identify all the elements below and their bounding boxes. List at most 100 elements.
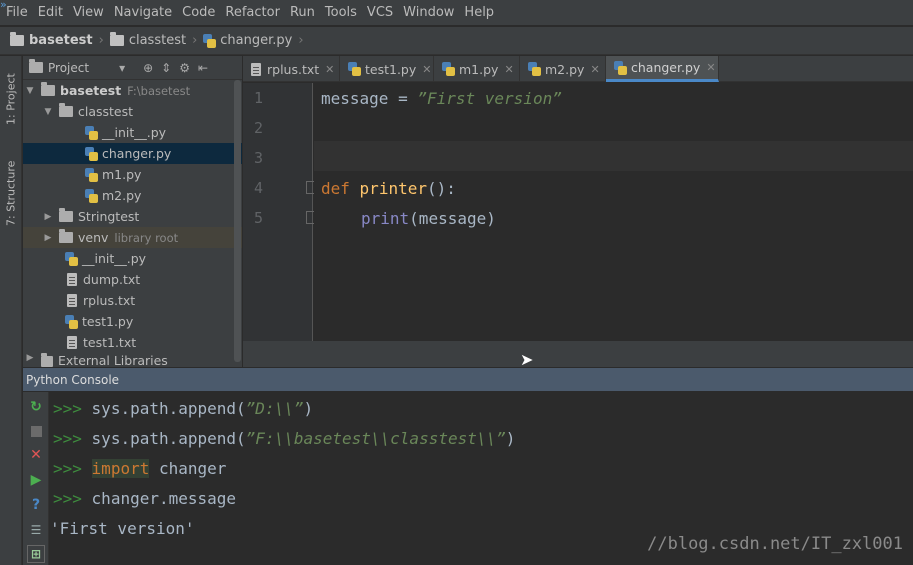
- menu-bar: File Edit View Navigate Code Refactor Ru…: [0, 0, 913, 26]
- console-toolbar: ↻ ✕ ▶ ? ☰ ⊞: [23, 392, 49, 565]
- double-chevron-icon[interactable]: »: [0, 0, 18, 10]
- tab-changer-py[interactable]: changer.py ✕: [606, 56, 719, 82]
- tree-item-m2-py[interactable]: m2.py: [23, 185, 242, 206]
- code-line-5: print(message): [361, 209, 496, 228]
- python-file-icon: [442, 62, 455, 76]
- breadcrumb-folder[interactable]: classtest ›: [109, 32, 197, 48]
- folder-icon: [59, 229, 73, 243]
- tab-rplus-txt[interactable]: rplus.txt ✕: [243, 56, 340, 82]
- close-icon[interactable]: ✕: [504, 63, 513, 76]
- current-line-highlight: [314, 141, 913, 171]
- python-file-icon: [85, 146, 98, 161]
- stop-icon[interactable]: [27, 422, 45, 440]
- line-number: 1: [253, 89, 263, 107]
- line-number: 4: [253, 179, 263, 197]
- scroll-from-source-icon[interactable]: ⊕: [143, 61, 153, 75]
- tree-item-test1-py[interactable]: test1.py: [23, 311, 242, 332]
- console-line: >>> changer.message: [53, 489, 237, 508]
- tab-m2-py[interactable]: m2.py ✕: [520, 56, 606, 82]
- folder-icon: [59, 103, 73, 117]
- structure-tool-tab[interactable]: 7: Structure: [2, 150, 20, 236]
- menu-help[interactable]: Help: [464, 5, 494, 20]
- breadcrumb-file[interactable]: changer.py ›: [203, 33, 304, 48]
- menu-run[interactable]: Run: [290, 5, 315, 20]
- breadcrumb: basetest › classtest › changer.py ›: [0, 27, 913, 55]
- tree-item-init-py[interactable]: __init__.py: [23, 122, 242, 143]
- tree-item-m1-py[interactable]: m1.py: [23, 164, 242, 185]
- mouse-pointer-icon: ➤: [520, 350, 534, 369]
- python-file-icon: [203, 33, 217, 48]
- close-icon[interactable]: ✕: [590, 63, 599, 76]
- chevron-down-icon[interactable]: ▾: [119, 61, 125, 75]
- project-scrollbar[interactable]: [234, 80, 241, 362]
- tab-test1-py[interactable]: test1.py ✕: [340, 56, 434, 82]
- tree-item-venv[interactable]: ▶ venv library root: [23, 227, 242, 248]
- menu-navigate[interactable]: Navigate: [114, 5, 172, 20]
- expand-arrow-icon[interactable]: ▼: [43, 107, 53, 117]
- editor-tab-bar: rplus.txt ✕ test1.py ✕ m1.py ✕ m2.py ✕ chang…: [243, 56, 913, 82]
- tree-item-classtest[interactable]: ▼ classtest: [23, 101, 242, 122]
- close-icon[interactable]: ✕: [706, 61, 715, 74]
- project-view-selector[interactable]: Project: [48, 61, 89, 75]
- run-icon[interactable]: ▶: [27, 471, 45, 489]
- folder-icon: [109, 32, 124, 46]
- tree-item-changer-py[interactable]: changer.py: [23, 143, 242, 164]
- menu-window[interactable]: Window: [403, 5, 454, 20]
- close-icon[interactable]: ✕: [27, 446, 45, 464]
- hide-panel-icon[interactable]: ⇤: [198, 61, 208, 75]
- close-icon[interactable]: ✕: [325, 63, 334, 76]
- tree-item-rplus-txt[interactable]: rplus.txt: [23, 290, 242, 311]
- expand-arrow-icon[interactable]: ▶: [25, 353, 35, 363]
- menu-edit[interactable]: Edit: [38, 5, 63, 20]
- expand-arrow-icon[interactable]: ▼: [25, 86, 35, 96]
- tab-m1-py[interactable]: m1.py ✕: [434, 56, 520, 82]
- python-file-icon: [614, 60, 627, 75]
- menu-tools[interactable]: Tools: [325, 5, 357, 20]
- menu-code[interactable]: Code: [182, 5, 215, 20]
- tree-item-basetest[interactable]: ▼ basetest F:\basetest: [23, 80, 242, 101]
- project-panel-header: Project ▾ ⊕ ⇕ ⚙ ⇤: [23, 56, 242, 80]
- collapse-all-icon[interactable]: ⇕: [161, 61, 171, 75]
- variables-icon[interactable]: ⊞: [27, 545, 45, 563]
- line-number: 2: [253, 119, 263, 137]
- folder-icon: [29, 59, 43, 73]
- menu-view[interactable]: View: [73, 5, 104, 20]
- python-file-icon: [65, 314, 78, 329]
- project-tool-tab[interactable]: 1: Project: [2, 64, 20, 134]
- python-file-icon: [85, 188, 98, 203]
- panel-splitter[interactable]: [243, 341, 913, 367]
- console-header: Python Console: [23, 368, 913, 391]
- menu-vcs[interactable]: VCS: [367, 5, 393, 20]
- tree-item-root-init-py[interactable]: __init__.py: [23, 248, 242, 269]
- console-line: >>> sys.path.append(”F:\\basetest\\class…: [53, 429, 516, 448]
- tree-item-external-libraries[interactable]: ▶ External Libraries: [23, 353, 242, 367]
- expand-arrow-icon[interactable]: ▶: [43, 212, 53, 222]
- rerun-icon[interactable]: ↻: [27, 398, 45, 416]
- tree-item-dump-txt[interactable]: dump.txt: [23, 269, 242, 290]
- tree-item-test1-txt[interactable]: test1.txt: [23, 332, 242, 353]
- console-result: 'First version': [50, 519, 195, 538]
- settings-icon[interactable]: ☰: [27, 521, 45, 539]
- editor-gutter: 1 2 3 4 5: [243, 83, 313, 341]
- line-number: 5: [253, 209, 263, 227]
- tree-item-stringtest[interactable]: ▶ Stringtest: [23, 206, 242, 227]
- tool-window-strip: 1: Project 7: Structure: [0, 56, 22, 565]
- console-line: >>> import changer: [53, 459, 227, 478]
- breadcrumb-project[interactable]: basetest ›: [10, 32, 104, 48]
- python-file-icon: [85, 125, 98, 140]
- console-title: Python Console: [26, 372, 120, 387]
- help-icon[interactable]: ?: [27, 496, 45, 514]
- watermark: //blog.csdn.net/IT_zxl001: [647, 534, 903, 554]
- expand-arrow-icon[interactable]: ▶: [43, 233, 53, 243]
- python-file-icon: [528, 62, 541, 76]
- close-icon[interactable]: ✕: [422, 63, 431, 76]
- python-file-icon: [348, 62, 361, 76]
- folder-icon: [10, 32, 24, 46]
- library-icon: [41, 353, 53, 367]
- folder-icon: [59, 208, 73, 222]
- gear-icon[interactable]: ⚙: [179, 61, 190, 75]
- project-panel: Project ▾ ⊕ ⇕ ⚙ ⇤ ▼ basetest F:\basetest…: [23, 56, 242, 367]
- menu-refactor[interactable]: Refactor: [225, 5, 280, 20]
- code-editor[interactable]: message = ”First version” def printer():…: [314, 83, 913, 341]
- text-file-icon: [67, 273, 77, 286]
